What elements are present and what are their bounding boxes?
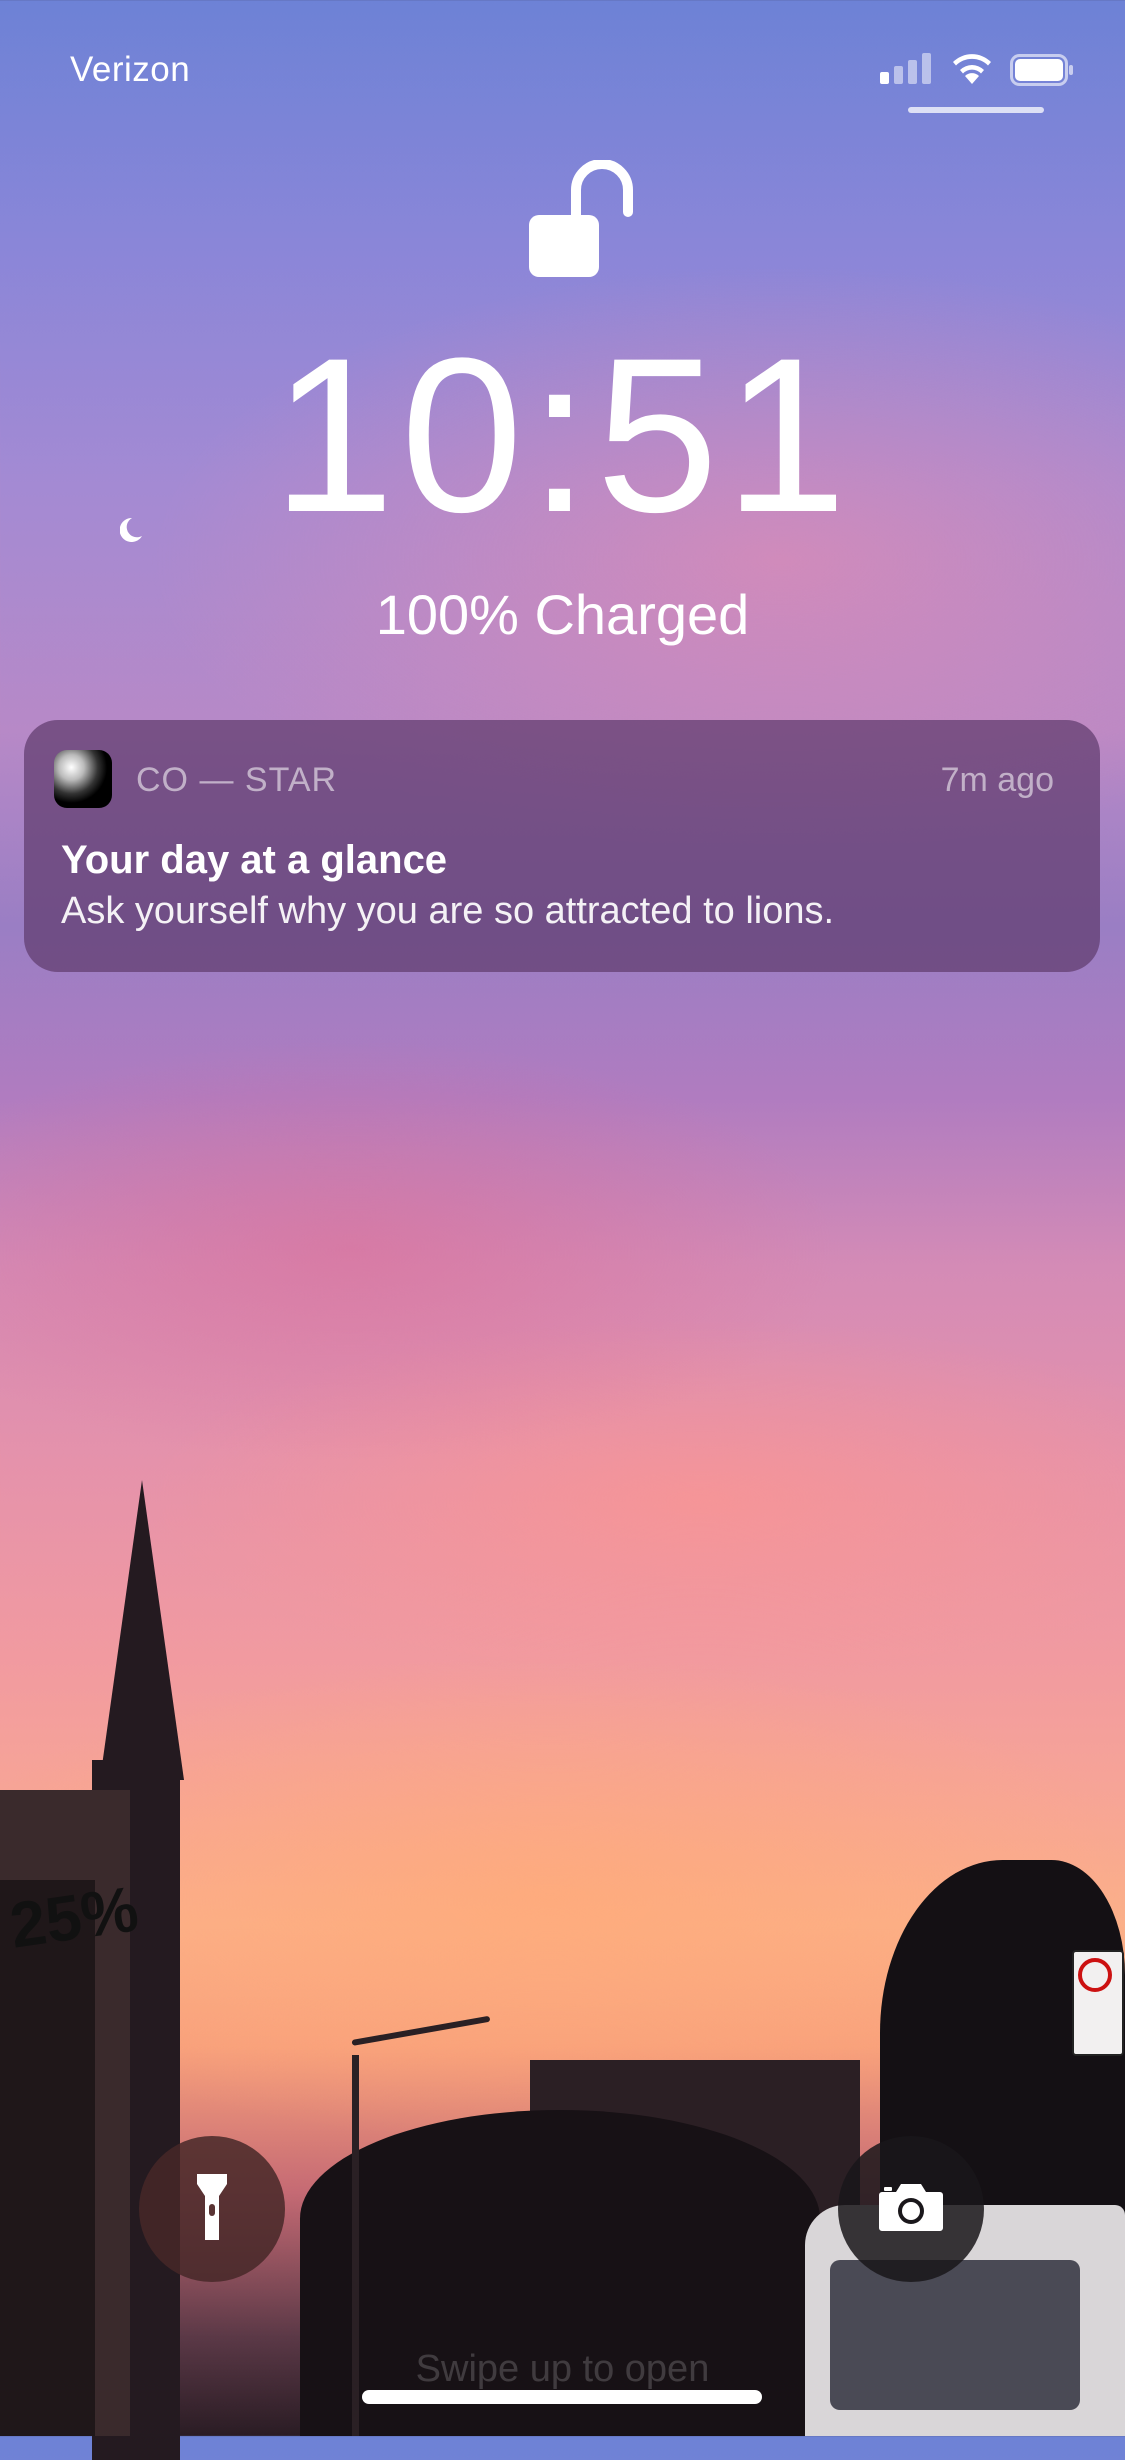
- control-center-indicator[interactable]: [908, 107, 1044, 113]
- clock-time: 10:51: [272, 312, 853, 558]
- church-spire: [100, 1480, 184, 1780]
- home-indicator[interactable]: [362, 2390, 762, 2404]
- signal-icon: [880, 52, 931, 84]
- no-parking-symbol: [1078, 1958, 1112, 1992]
- camera-button[interactable]: [838, 2136, 984, 2282]
- signal-bar: [894, 66, 903, 84]
- signal-bar: [880, 72, 889, 84]
- street-lamp-arm: [351, 2015, 491, 2046]
- carrier-name: Verizon: [70, 50, 191, 89]
- notification-card[interactable]: CO — STAR 7m ago Your day at a glance As…: [24, 720, 1100, 972]
- notification-title: Your day at a glance: [61, 838, 448, 882]
- camera-icon: [878, 2182, 944, 2237]
- flashlight-icon: [195, 2172, 229, 2247]
- battery-icon: [1010, 54, 1074, 86]
- notification-time: 7m ago: [940, 761, 1054, 799]
- notification-body: Ask yourself why you are so attracted to…: [61, 890, 835, 932]
- wifi-icon: [948, 48, 996, 86]
- swipe-up-hint: Swipe up to open: [415, 2348, 710, 2390]
- notification-app-name: CO — STAR: [136, 761, 338, 799]
- charge-status: 100% Charged: [375, 583, 750, 646]
- flashlight-button[interactable]: [139, 2136, 285, 2282]
- unlocked-padlock-icon: [526, 159, 636, 280]
- signal-bar: [908, 60, 917, 84]
- signal-bar: [922, 53, 931, 84]
- co-star-app-icon: [54, 750, 112, 808]
